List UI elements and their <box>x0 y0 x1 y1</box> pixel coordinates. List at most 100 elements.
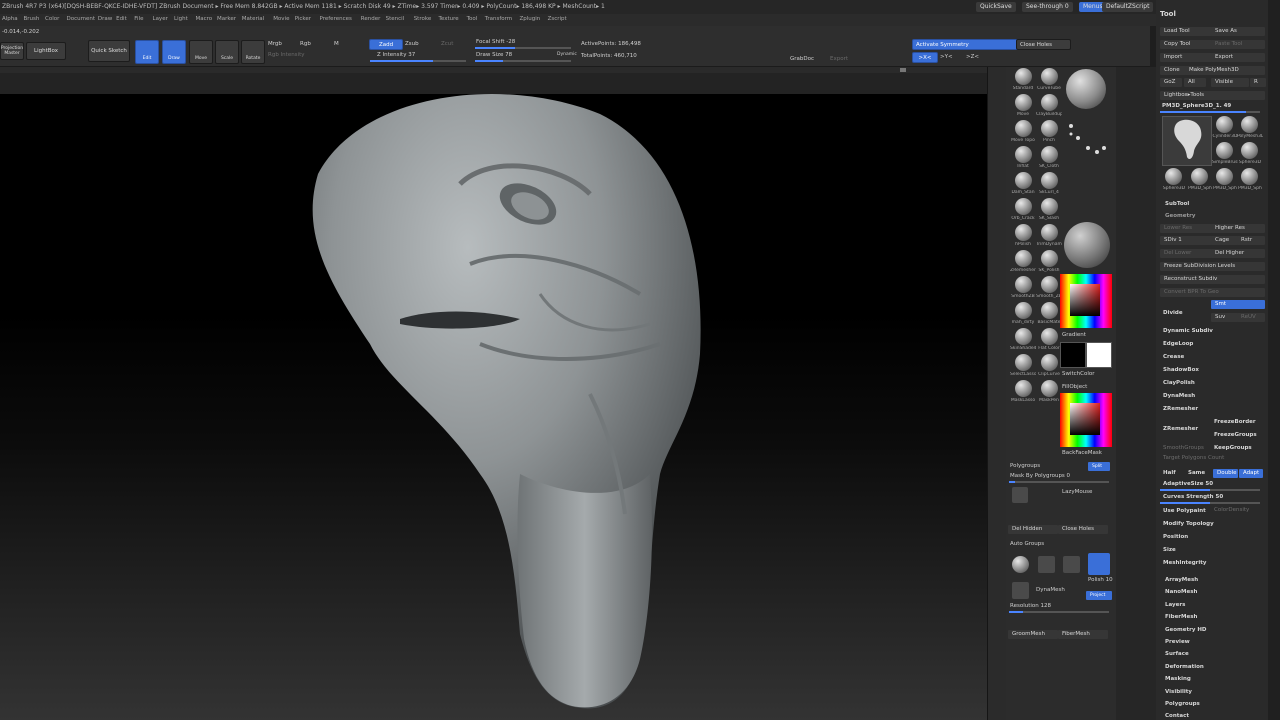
symmetry-z-button[interactable]: >Z< <box>966 54 979 60</box>
color-picker-square[interactable] <box>1070 284 1100 316</box>
convert-bpr-button[interactable]: Convert BPR To Geo <box>1160 288 1265 297</box>
tool-thumbnail-icon[interactable] <box>1216 168 1233 185</box>
brush-inflat-icon[interactable] <box>1015 146 1032 163</box>
brush-skinshade4-icon[interactable] <box>1015 328 1032 345</box>
brush-orb-crack-icon[interactable] <box>1015 198 1032 215</box>
tool-panel-scrollbar[interactable] <box>1268 0 1280 720</box>
lightbox-tools-button[interactable]: Lightbox▸Tools <box>1160 91 1265 100</box>
save-as-button[interactable]: Save As <box>1211 27 1265 36</box>
menu-document[interactable]: Document <box>67 16 96 22</box>
brush-basicmate-icon[interactable] <box>1041 302 1058 319</box>
brush-clipcurve-icon[interactable] <box>1041 354 1058 371</box>
export-doc-button[interactable]: Export <box>830 56 848 62</box>
section-polygroups[interactable]: Polygroups <box>1165 701 1200 707</box>
section-layers[interactable]: Layers <box>1165 602 1185 608</box>
draw-mode-button[interactable]: Draw <box>162 40 186 64</box>
sdiv-slider[interactable]: SDiv 1 <box>1160 236 1214 245</box>
position-section[interactable]: Position <box>1163 534 1188 540</box>
menu-brush[interactable]: Brush <box>24 16 40 22</box>
higher-res-button[interactable]: Higher Res <box>1211 224 1265 233</box>
mask-by-polygroups-track[interactable] <box>1009 481 1109 483</box>
rgb-button[interactable]: Rgb <box>300 41 311 47</box>
zadd-button[interactable]: Zadd <box>369 39 403 50</box>
zremesher-section[interactable]: ZRemesher <box>1163 406 1198 412</box>
brush-standard-icon[interactable] <box>1015 68 1032 85</box>
menu-zplugin[interactable]: Zplugin <box>520 16 541 22</box>
fillobject-button[interactable]: FillObject <box>1062 384 1087 390</box>
dynamic-toggle[interactable]: Dynamic <box>557 52 577 57</box>
menu-stencil[interactable]: Stencil <box>386 16 405 22</box>
brush-trimdynam-icon[interactable] <box>1041 224 1058 241</box>
reconstruct-subdiv-button[interactable]: Reconstruct Subdiv <box>1160 275 1265 284</box>
dynamesh-mode-icon[interactable] <box>1088 553 1110 575</box>
focal-shift-track[interactable] <box>475 47 571 49</box>
symmetry-x-button[interactable]: >X< <box>912 52 938 63</box>
quick-sketch-button[interactable]: Quick Sketch <box>88 40 130 62</box>
curves-strength-slider[interactable]: Curves Strength 50 <box>1163 494 1223 500</box>
freezegroups-toggle[interactable]: FreezeGroups <box>1214 432 1257 438</box>
see-through-slider[interactable]: See-through 0 <box>1022 2 1073 12</box>
section-visibility[interactable]: Visibility <box>1165 689 1192 695</box>
zcut-button[interactable]: Zcut <box>441 41 453 47</box>
close-holes-button[interactable]: Close Holes <box>1058 525 1108 534</box>
visible-button[interactable]: Visible <box>1211 78 1249 87</box>
zoom-icon[interactable] <box>1063 556 1080 573</box>
brush-hpolish-icon[interactable] <box>1015 224 1032 241</box>
menu-color[interactable]: Color <box>45 16 59 22</box>
current-tool-thumbnail[interactable] <box>1162 116 1212 166</box>
menu-draw[interactable]: Draw <box>98 16 112 22</box>
current-tool-track[interactable] <box>1160 111 1260 113</box>
project-button[interactable]: Project <box>1086 591 1112 600</box>
menu-transform[interactable]: Transform <box>485 16 512 22</box>
section-geometry-hd[interactable]: Geometry HD <box>1165 627 1207 633</box>
tool-thumbnail-icon[interactable] <box>1216 116 1233 133</box>
scale-icon[interactable] <box>1038 556 1055 573</box>
divide-button[interactable]: Divide <box>1163 310 1183 316</box>
rgb-intensity-slider[interactable]: Rgb Intensity <box>268 52 305 58</box>
size-section[interactable]: Size <box>1163 547 1176 553</box>
split-button[interactable]: Split <box>1088 462 1110 471</box>
del-higher-button[interactable]: Del Higher <box>1211 249 1265 258</box>
target-polygons-slider[interactable]: Target Polygons Count <box>1163 455 1224 461</box>
use-polypaint-toggle[interactable]: Use Polypaint <box>1163 508 1206 514</box>
dynamic-subdiv-section[interactable]: Dynamic Subdiv <box>1163 328 1213 334</box>
polish-slider[interactable]: Polish 10 <box>1088 577 1113 583</box>
section-contact[interactable]: Contact <box>1165 713 1189 719</box>
claypolish-section[interactable]: ClayPolish <box>1163 380 1195 386</box>
dynamesh-section[interactable]: DynaMesh <box>1163 393 1195 399</box>
all-button[interactable]: All <box>1184 78 1206 87</box>
export-button[interactable]: Export <box>1211 53 1265 62</box>
lazymouse-button[interactable]: LazyMouse <box>1062 489 1092 495</box>
brush-flat-color-icon[interactable] <box>1041 328 1058 345</box>
color-picker-2-square[interactable] <box>1070 403 1100 435</box>
scale-mode-button[interactable]: Scale <box>215 40 239 64</box>
menu-tool[interactable]: Tool <box>467 16 478 22</box>
zremesher-button[interactable]: ZRemesher <box>1163 426 1198 432</box>
backface-mask-button[interactable]: BackFaceMask <box>1062 450 1102 456</box>
edgeloop-section[interactable]: EdgeLoop <box>1163 341 1193 347</box>
meshintegrity-section[interactable]: MeshIntegrity <box>1163 560 1206 566</box>
brush-claybuildup-icon[interactable] <box>1041 94 1058 111</box>
edit-mode-button[interactable]: Edit <box>135 40 159 64</box>
color-density-slider[interactable]: ColorDensity <box>1214 507 1249 513</box>
menu-macro[interactable]: Macro <box>196 16 213 22</box>
cage-button[interactable]: Cage <box>1211 236 1239 245</box>
brush-smooth-zb-icon[interactable] <box>1041 276 1058 293</box>
brush-selectlasso-icon[interactable] <box>1015 354 1032 371</box>
tool-thumbnail-icon[interactable] <box>1216 142 1233 159</box>
menu-zscript[interactable]: Zscript <box>548 16 567 22</box>
section-nanomesh[interactable]: NanoMesh <box>1165 589 1197 595</box>
menu-alpha[interactable]: Alpha <box>2 16 18 22</box>
resolution-slider[interactable]: Resolution 128 <box>1010 603 1051 609</box>
z-intensity-slider[interactable]: Z Intensity 37 <box>377 52 415 58</box>
stroke-dots-preview[interactable] <box>1066 118 1110 162</box>
close-holes-toolbar-button[interactable]: Close Holes <box>1016 39 1071 50</box>
section-arraymesh[interactable]: ArrayMesh <box>1165 577 1198 583</box>
switchcolor-button[interactable]: SwitchColor <box>1062 371 1095 377</box>
brush-sk-polish-icon[interactable] <box>1041 250 1058 267</box>
same-button[interactable]: Same <box>1188 470 1205 476</box>
keepgroups-toggle[interactable]: KeepGroups <box>1214 445 1252 451</box>
section-preview[interactable]: Preview <box>1165 639 1190 645</box>
adaptive-size-slider[interactable]: AdaptiveSize 50 <box>1163 481 1213 487</box>
half-button[interactable]: Half <box>1163 470 1176 476</box>
